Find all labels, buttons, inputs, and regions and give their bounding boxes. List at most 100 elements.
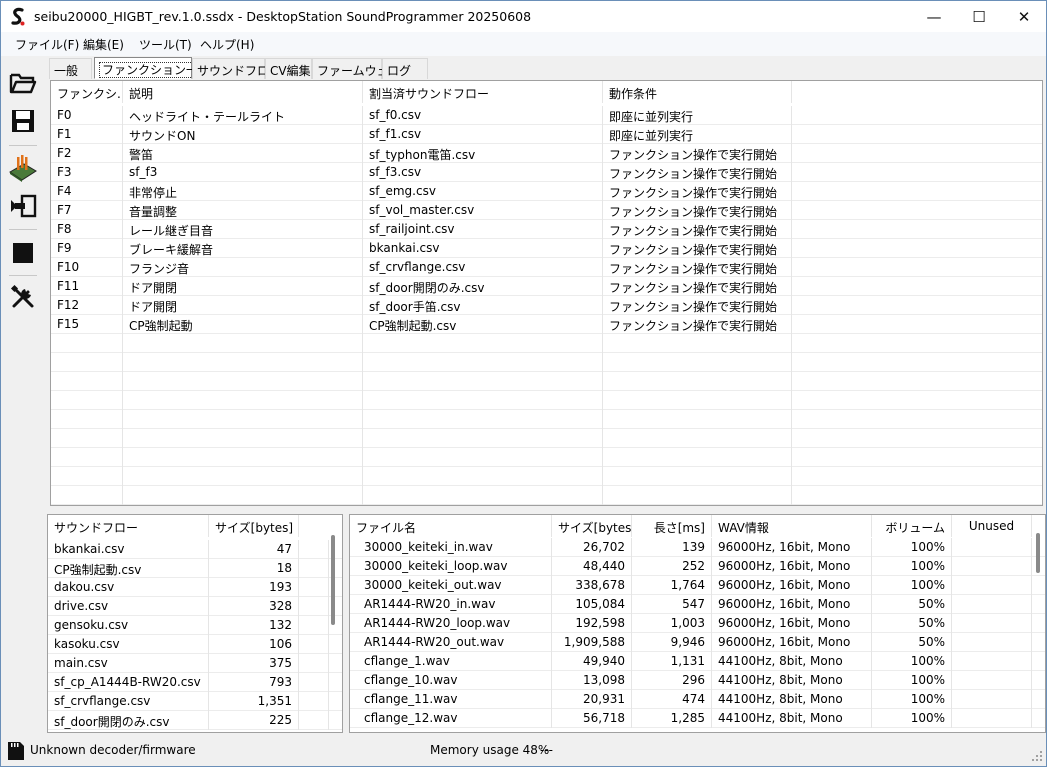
tab-function-list[interactable]: ファンクション一覧	[94, 57, 214, 79]
table-row[interactable]: F4 非常停止 sf_emg.csv ファンクション操作で実行開始	[51, 182, 1042, 201]
column-header-function[interactable]: ファンクシ...	[51, 81, 123, 103]
sd-card-icon	[8, 742, 24, 760]
cell-condition: ファンクション操作で実行開始	[603, 258, 792, 277]
table-row[interactable]: F10 フランジ音 sf_crvflange.csv ファンクション操作で実行開始	[51, 258, 1042, 277]
cell-condition	[603, 410, 792, 429]
tools-wrench-icon	[10, 284, 34, 308]
table-row[interactable]: sf_crvflange.csv 1,351	[48, 692, 342, 711]
table-row[interactable]: cflange_1.wav 49,940 1,131 44100Hz, 8bit, M…	[350, 652, 1045, 671]
wav-file-table[interactable]: ファイル名 サイズ[bytes] 長さ[ms] WAV情報 ボリューム Unus…	[349, 514, 1046, 733]
cell-description	[123, 410, 363, 429]
cell-unused	[952, 576, 1032, 595]
table-row[interactable]: F9 ブレーキ緩解音 bkankai.csv ファンクション操作で実行開始	[51, 239, 1042, 258]
empty-table-row	[51, 372, 1042, 391]
column-header-soundflow[interactable]: サウンドフロー	[48, 515, 209, 537]
column-header-size[interactable]: サイズ[bytes]	[209, 515, 299, 537]
cell-soundflow	[363, 448, 603, 467]
settings-tools-button[interactable]	[7, 281, 39, 313]
column-header-description[interactable]: 説明	[123, 81, 363, 103]
tab-soundflow[interactable]: サウンドフロー	[192, 58, 281, 79]
cell-filename: 30000_keiteki_loop.wav	[350, 557, 552, 576]
menu-tools[interactable]: ツール(T)	[139, 36, 192, 53]
vertical-scrollbar[interactable]	[331, 535, 335, 625]
table-row[interactable]: F7 音量調整 sf_vol_master.csv ファンクション操作で実行開始	[51, 201, 1042, 220]
column-header-volume[interactable]: ボリューム	[872, 515, 952, 537]
minimize-button[interactable]: —	[911, 1, 957, 32]
cell-description: レール継ぎ目音	[123, 220, 363, 239]
cell-function	[51, 429, 123, 448]
cell-filename: cflange_1.wav	[350, 652, 552, 671]
tab-cv-edit[interactable]: CV編集	[265, 58, 312, 79]
empty-table-row	[51, 353, 1042, 372]
table-row[interactable]: AR1444-RW20_in.wav 105,084 547 96000Hz, 16b…	[350, 595, 1045, 614]
table-row[interactable]: cflange_10.wav 13,098 296 44100Hz, 8bit, Mo…	[350, 671, 1045, 690]
soundflow-table[interactable]: サウンドフロー サイズ[bytes] bkankai.csv 47 CP強制起動.c…	[47, 514, 343, 733]
table-row[interactable]: F8 レール継ぎ目音 sf_railjoint.csv ファンクション操作で実行開始	[51, 220, 1042, 239]
table-row[interactable]: cflange_12.wav 56,718 1,285 44100Hz, 8bit, …	[350, 709, 1045, 728]
column-header-condition[interactable]: 動作条件	[603, 81, 792, 103]
column-header-wav-info[interactable]: WAV情報	[712, 515, 872, 537]
table-row[interactable]: F11 ドア開閉 sf_door開閉のみ.csv ファンクション操作で実行開始	[51, 277, 1042, 296]
tab-general[interactable]: 一般	[49, 58, 92, 79]
table-row[interactable]: kasoku.csv 106	[48, 635, 342, 654]
table-row[interactable]: 30000_keiteki_loop.wav 48,440 252 96000Hz, …	[350, 557, 1045, 576]
cell-volume: 100%	[872, 652, 952, 671]
tab-log[interactable]: ログ	[382, 58, 428, 79]
cell-description: CP強制起動	[123, 315, 363, 334]
cell-blank	[299, 673, 329, 692]
cell-length: 1,003	[632, 614, 712, 633]
cell-size: 1,351	[209, 692, 299, 711]
cell-description: サウンドON	[123, 125, 363, 144]
write-decoder-button[interactable]	[7, 152, 39, 184]
table-row[interactable]: 30000_keiteki_in.wav 26,702 139 96000Hz, 16…	[350, 538, 1045, 557]
table-row[interactable]: CP強制起動.csv 18	[48, 559, 342, 578]
table-row[interactable]: AR1444-RW20_loop.wav 192,598 1,003 96000Hz,…	[350, 614, 1045, 633]
empty-table-row	[51, 391, 1042, 410]
read-decoder-button[interactable]	[7, 190, 39, 222]
menu-bar: ファイル(F) 編集(E) ツール(T) ヘルプ(H)	[1, 32, 1046, 56]
cell-function	[51, 448, 123, 467]
menu-file[interactable]: ファイル(F)	[15, 36, 79, 53]
cell-condition	[603, 429, 792, 448]
column-header-size[interactable]: サイズ[bytes]	[552, 515, 632, 537]
save-button[interactable]	[7, 105, 39, 137]
table-row[interactable]: F0 ヘッドライト・テールライト sf_f0.csv 即座に並列実行	[51, 106, 1042, 125]
column-header-unused[interactable]: Unused	[952, 515, 1032, 537]
table-row[interactable]: drive.csv 328	[48, 597, 342, 616]
cell-blank	[792, 239, 1042, 258]
column-header-soundflow[interactable]: 割当済サウンドフロー	[363, 81, 603, 103]
cell-condition: ファンクション操作で実行開始	[603, 144, 792, 163]
resize-grip-icon[interactable]	[1031, 750, 1043, 762]
function-list-table[interactable]: ファンクシ... 説明 割当済サウンドフロー 動作条件 F0 ヘッドライト・テール…	[50, 80, 1043, 506]
maximize-button[interactable]: ☐	[956, 1, 1002, 32]
cell-unused	[952, 633, 1032, 652]
menu-help[interactable]: ヘルプ(H)	[200, 36, 254, 53]
column-header-filename[interactable]: ファイル名	[350, 515, 552, 537]
table-row[interactable]: sf_door開閉のみ.csv 225	[48, 711, 342, 730]
table-row[interactable]: F3 sf_f3 sf_f3.csv ファンクション操作で実行開始	[51, 163, 1042, 182]
cell-wav-info: 44100Hz, 8bit, Mono	[712, 652, 872, 671]
tab-firmware[interactable]: ファームウェア	[312, 58, 401, 79]
save-disk-icon	[12, 110, 34, 132]
table-row[interactable]: F15 CP強制起動 CP強制起動.csv ファンクション操作で実行開始	[51, 315, 1042, 334]
cell-unused	[952, 614, 1032, 633]
table-row[interactable]: dakou.csv 193	[48, 578, 342, 597]
table-row[interactable]: cflange_11.wav 20,931 474 44100Hz, 8bit, Mo…	[350, 690, 1045, 709]
cell-soundflow: sf_railjoint.csv	[363, 220, 603, 239]
open-folder-button[interactable]	[7, 67, 39, 99]
table-row[interactable]: F1 サウンドON sf_f1.csv 即座に並列実行	[51, 125, 1042, 144]
close-button[interactable]: ✕	[1001, 1, 1047, 32]
menu-edit[interactable]: 編集(E)	[83, 36, 124, 53]
table-row[interactable]: main.csv 375	[48, 654, 342, 673]
table-row[interactable]: bkankai.csv 47	[48, 540, 342, 559]
table-row[interactable]: gensoku.csv 132	[48, 616, 342, 635]
table-row[interactable]: F12 ドア開閉 sf_door手笛.csv ファンクション操作で実行開始	[51, 296, 1042, 315]
cell-function: F0	[51, 106, 123, 125]
stop-button[interactable]	[7, 237, 39, 269]
column-header-length[interactable]: 長さ[ms]	[632, 515, 712, 537]
table-row[interactable]: AR1444-RW20_out.wav 1,909,588 9,946 96000Hz…	[350, 633, 1045, 652]
table-row[interactable]: F2 警笛 sf_typhon電笛.csv ファンクション操作で実行開始	[51, 144, 1042, 163]
table-row[interactable]: sf_cp_A1444B-RW20.csv 793	[48, 673, 342, 692]
vertical-scrollbar[interactable]	[1036, 533, 1040, 573]
table-row[interactable]: 30000_keiteki_out.wav 338,678 1,764 96000Hz…	[350, 576, 1045, 595]
